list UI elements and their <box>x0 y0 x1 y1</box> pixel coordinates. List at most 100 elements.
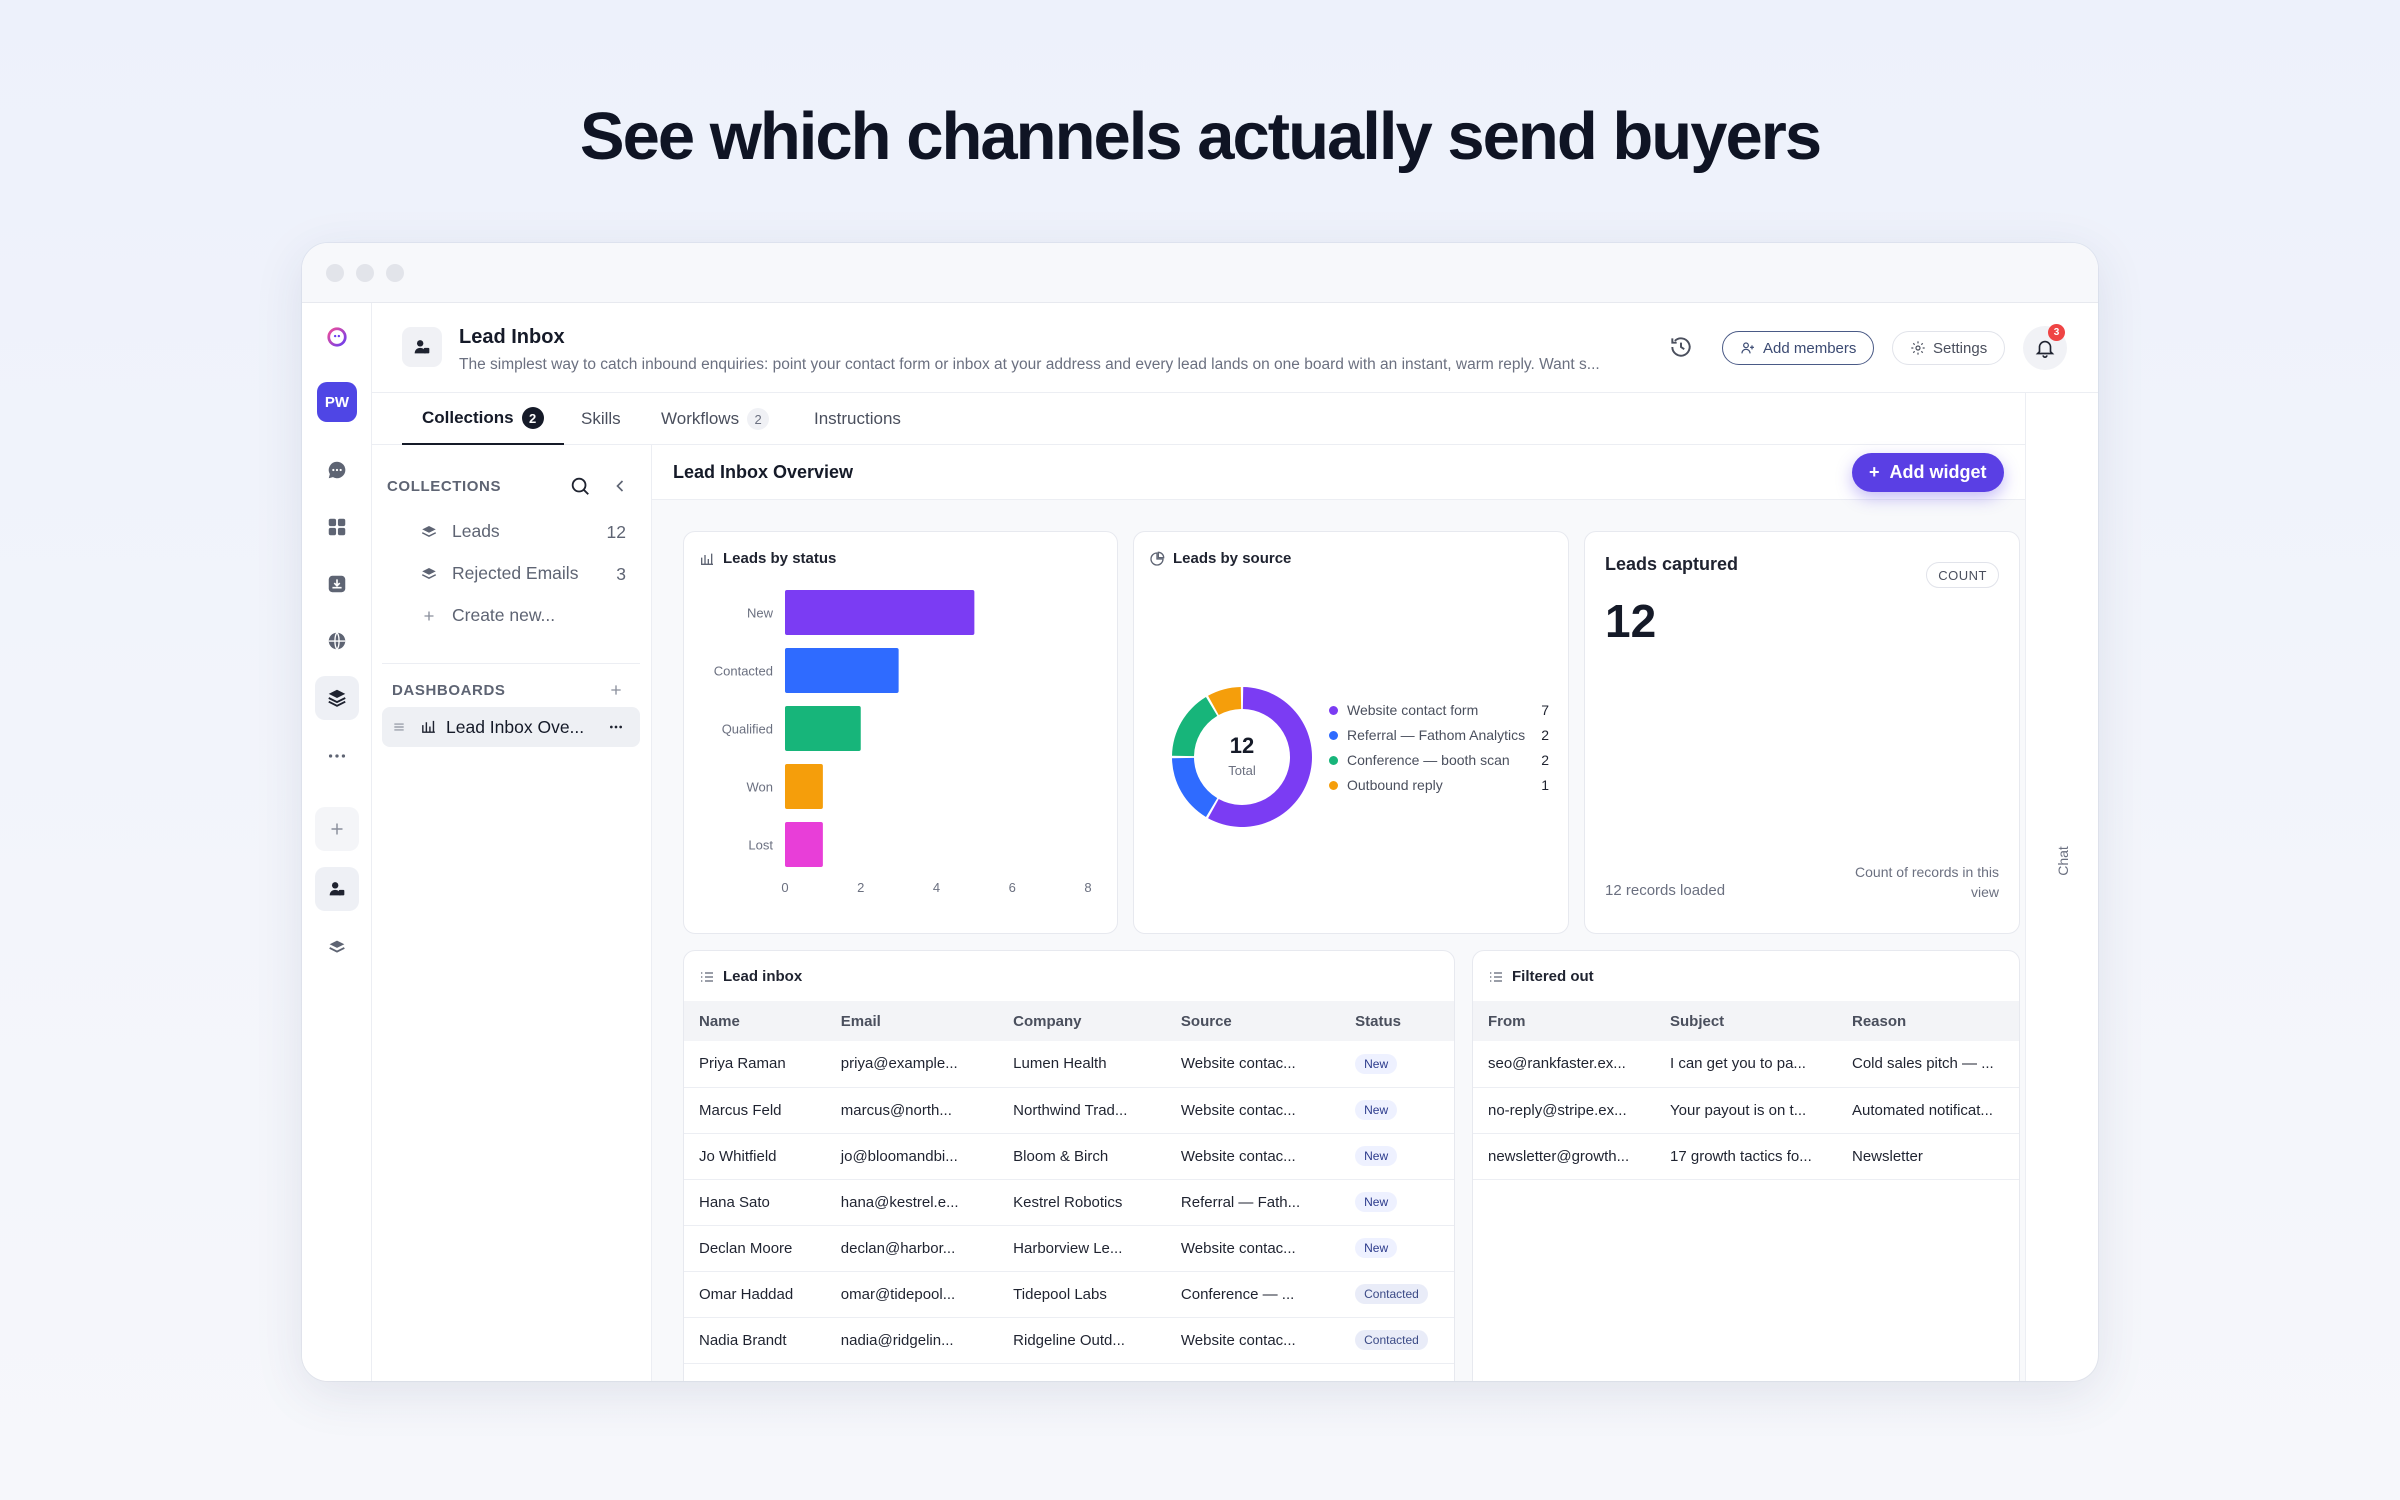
tab-label: Workflows <box>661 409 740 428</box>
column-header[interactable]: Subject <box>1655 1001 1837 1041</box>
apps-grid-icon[interactable] <box>315 505 359 549</box>
legend-item[interactable]: Referral — Fathom Analytics 2 <box>1329 725 1549 745</box>
dashboard-title: Lead Inbox Overview <box>673 462 854 482</box>
bar-lost[interactable] <box>785 822 823 867</box>
column-header[interactable]: Reason <box>1837 1001 2019 1041</box>
collection-item-rejected-emails[interactable]: Rejected Emails <box>420 563 640 584</box>
collections-layers-icon[interactable] <box>315 676 359 720</box>
table-row[interactable]: Priya Raman priya@example... Lumen Health W… <box>684 1041 1454 1088</box>
tab-workflows[interactable]: Workflows 2 <box>661 393 770 445</box>
tab-label: Skills <box>581 409 621 428</box>
bar-qualified[interactable] <box>785 706 861 751</box>
column-header[interactable]: Email <box>825 1001 999 1041</box>
bar-contacted[interactable] <box>785 648 899 693</box>
notifications-button[interactable]: 3 <box>2023 324 2067 370</box>
column-header[interactable]: Source <box>1165 1001 1341 1041</box>
globe-icon[interactable] <box>315 619 359 663</box>
history-clock-icon[interactable] <box>1668 334 1694 360</box>
table-row[interactable]: Marcus Feld marcus@north... Northwind Trad… <box>684 1087 1454 1134</box>
table-row[interactable]: Declan Moore declan@harbor... Harborview L… <box>684 1225 1454 1272</box>
table-row[interactable]: no-reply@stripe.ex... Your payout is on t… <box>1473 1087 2019 1134</box>
space-title: Lead Inbox <box>459 326 565 348</box>
table-cell: Omar Haddad <box>684 1271 826 1318</box>
widget-title: Lead inbox <box>699 968 802 985</box>
app-logo-icon[interactable] <box>315 315 359 359</box>
table-row[interactable]: Hana Sato hana@kestrel.e... Kestrel Roboti… <box>684 1179 1454 1226</box>
window-close-dot[interactable] <box>326 264 344 282</box>
settings-button[interactable]: Settings <box>1892 331 2006 365</box>
legend-item[interactable]: Outbound reply 1 <box>1329 775 1549 795</box>
add-dashboard-plus-icon[interactable] <box>608 682 624 698</box>
table-cell: New <box>1340 1225 1454 1272</box>
leads-by-source-widget[interactable]: Leads by source 12 Total Website contact… <box>1133 531 1569 934</box>
table-row[interactable]: seo@rankfaster.ex... I can get you to pa.… <box>1473 1041 2019 1088</box>
drag-handle-icon[interactable] <box>392 720 406 734</box>
table-row[interactable]: newsletter@growth... 17 growth tactics fo… <box>1473 1133 2019 1180</box>
chat-bubble-icon[interactable] <box>315 448 359 492</box>
donut-center: 12 Total <box>1152 667 1332 847</box>
search-icon[interactable] <box>569 475 591 497</box>
add-widget-button[interactable]: + Add widget <box>1852 453 2004 492</box>
chat-panel-toggle[interactable]: Chat <box>2025 393 2098 1381</box>
window-minimize-dot[interactable] <box>356 264 374 282</box>
more-dots-icon[interactable] <box>315 734 359 778</box>
widget-title-text: Lead inbox <box>723 968 803 985</box>
table-cell: Bloom & Birch <box>998 1133 1166 1180</box>
x-tick-label: 8 <box>1084 880 1091 895</box>
more-options-icon[interactable] <box>608 719 624 735</box>
legend-label: Conference — booth scan <box>1347 752 1510 768</box>
table-cell: Tidepool Labs <box>998 1271 1166 1318</box>
table-cell: 17 growth tactics fo... <box>1655 1133 1837 1180</box>
filtered-out-table-widget[interactable]: Filtered out From Subject Reason seo@rankf… <box>1472 950 2020 1381</box>
tab-skills[interactable]: Skills <box>581 393 621 445</box>
window-zoom-dot[interactable] <box>386 264 404 282</box>
collapse-chevron-icon[interactable] <box>610 476 630 496</box>
legend-item[interactable]: Website contact form 7 <box>1329 700 1549 720</box>
column-header[interactable]: Status <box>1340 1001 1454 1041</box>
pie-chart-icon <box>1150 551 1165 566</box>
add-widget-label: Add widget <box>1889 462 1987 482</box>
add-members-button[interactable]: Add members <box>1722 331 1875 365</box>
sidebar-divider <box>382 663 640 664</box>
layers-small-icon[interactable] <box>315 925 359 969</box>
inbox-tray-icon[interactable] <box>315 562 359 606</box>
legend-item[interactable]: Conference — booth scan 2 <box>1329 750 1549 770</box>
table-cell: Priya Raman <box>684 1041 826 1088</box>
legend-swatch <box>1329 705 1338 715</box>
legend-swatch <box>1329 755 1338 765</box>
lead-inbox-space-icon[interactable] <box>315 867 359 911</box>
table-cell: Kestrel Robotics <box>998 1179 1166 1226</box>
count-badge: COUNT <box>1926 562 1999 588</box>
table-cell: Jo Whitfield <box>684 1133 826 1180</box>
leads-captured-widget[interactable]: Leads captured COUNT 12 12 records loade… <box>1584 531 2020 934</box>
table-cell: Ridgeline Outd... <box>998 1317 1166 1364</box>
table-cell: Contacted <box>1340 1271 1454 1318</box>
dashboard-item-lead-inbox-overview[interactable]: Lead Inbox Ove... <box>382 707 640 747</box>
table-cell: Website contac... <box>1165 1133 1341 1180</box>
filtered-out-table: From Subject Reason seo@rankfaster.ex... I … <box>1473 1001 2019 1180</box>
table-cell: Website contac... <box>1165 1225 1341 1272</box>
table-row[interactable]: Nadia Brandt nadia@ridgelin... Ridgeline O… <box>684 1317 1454 1364</box>
layers-icon <box>421 525 437 537</box>
add-space-plus-icon[interactable] <box>315 807 359 851</box>
leads-by-status-widget[interactable]: Leads by status New Contacted Qualified Won… <box>683 531 1118 934</box>
table-cell: New <box>1340 1133 1454 1180</box>
table-cell: Website contac... <box>1165 1041 1341 1088</box>
donut-total-label: Total <box>1228 763 1256 778</box>
table-row[interactable]: Omar Haddad omar@tidepool... Tidepool Labs… <box>684 1271 1454 1318</box>
status-bar-chart: New Contacted Qualified Won Lost 0 2 4 6 8 <box>714 590 1092 895</box>
workspace-avatar[interactable]: PW <box>317 382 357 422</box>
bar-new[interactable] <box>785 590 975 635</box>
column-header[interactable]: Name <box>684 1001 826 1041</box>
plus-icon: + <box>1869 462 1880 482</box>
tab-collections[interactable]: Collections 2 <box>402 393 564 445</box>
create-new-collection[interactable]: Create new... <box>420 605 555 626</box>
lead-inbox-table-widget[interactable]: Lead inbox Name Email Company Source Status … <box>683 950 1455 1381</box>
column-header[interactable]: Company <box>998 1001 1166 1041</box>
table-row[interactable]: Jo Whitfield jo@bloomandbi... Bloom & Birc… <box>684 1133 1454 1180</box>
column-header[interactable]: From <box>1473 1001 1655 1041</box>
tab-instructions[interactable]: Instructions <box>814 393 901 445</box>
bar-chart-icon <box>422 720 435 733</box>
bar-won[interactable] <box>785 764 823 809</box>
legend-swatch <box>1329 780 1338 790</box>
